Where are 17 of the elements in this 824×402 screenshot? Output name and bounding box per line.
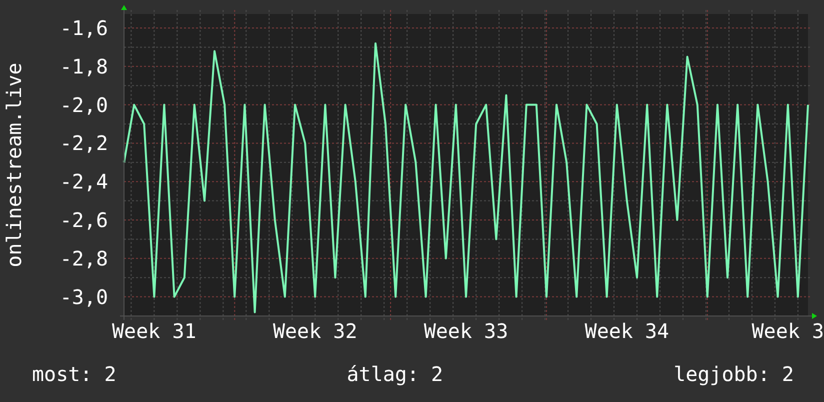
x-tick-label: Week 32 — [272, 319, 358, 343]
y-tick-label: -1,6 — [60, 16, 108, 40]
legend-stat: most: 2 — [32, 362, 116, 386]
y-tick-label: -2,4 — [60, 170, 108, 194]
x-tick-label: Week 31 — [112, 319, 196, 343]
x-tick-label: Week 3 — [752, 319, 824, 343]
x-tick-label: Week 33 — [424, 319, 508, 343]
legend-stat: legjobb: 2 — [674, 362, 794, 386]
legend-stat: átlag: 2 — [346, 362, 444, 386]
y-tick-label: -3,0 — [60, 284, 108, 309]
y-tick-label: -2,2 — [60, 131, 108, 156]
y-tick-label: -2,6 — [60, 208, 108, 232]
y-axis-title: onlinestream.live — [2, 62, 26, 268]
x-tick-label: Week 34 — [584, 319, 670, 343]
y-tick-label: -2,8 — [60, 246, 108, 270]
y-tick-label: -1,8 — [60, 54, 108, 78]
y-tick-label: -2,0 — [60, 92, 108, 117]
